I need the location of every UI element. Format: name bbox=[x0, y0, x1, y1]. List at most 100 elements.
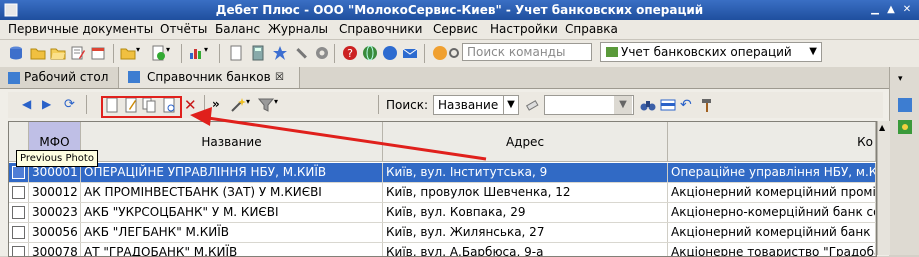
maximize-icon[interactable]: ▲ bbox=[884, 3, 898, 17]
row-checkbox[interactable] bbox=[12, 206, 25, 219]
window-title-bar: Дебет Плюс - ООО "МолокоСервис-Киев" - У… bbox=[0, 0, 919, 20]
row-check-cell bbox=[9, 183, 29, 202]
settings-gear-icon[interactable] bbox=[314, 45, 330, 61]
menu-directories[interactable]: Справочники bbox=[339, 20, 422, 39]
refresh-icon[interactable]: ⟳ bbox=[64, 97, 80, 113]
operation-selector-icon bbox=[605, 45, 619, 62]
right-side-panel: ▾ bbox=[889, 67, 919, 255]
question-icon[interactable]: ? bbox=[342, 45, 358, 61]
cell-full-name: Акціонерний комерційний банк "Л bbox=[668, 223, 876, 242]
calculator-icon[interactable] bbox=[250, 45, 266, 61]
chevron-down-icon[interactable]: ▾ bbox=[204, 45, 220, 61]
toolbar-separator bbox=[424, 44, 425, 63]
folder-arrow-icon[interactable] bbox=[120, 45, 136, 61]
row-checkbox[interactable] bbox=[12, 246, 25, 256]
row-checkbox[interactable] bbox=[12, 226, 25, 239]
arrow-left-icon[interactable]: ◀ bbox=[22, 97, 38, 113]
toolbar-separator bbox=[86, 95, 87, 114]
cell-mfo: 300023 bbox=[29, 203, 81, 222]
menu-primary-documents[interactable]: Первичные документы bbox=[8, 20, 153, 39]
table-row[interactable]: 300023 АКБ "УКРСОЦБАНК" У М. КИЄВІ Київ,… bbox=[9, 203, 876, 223]
chevron-down-icon[interactable]: ▾ bbox=[898, 74, 903, 84]
hammer-icon[interactable] bbox=[700, 97, 716, 113]
cell-address: Київ, вул. Жилянська, 27 bbox=[383, 223, 668, 242]
filter-icon[interactable] bbox=[257, 97, 275, 113]
close-tab-icon[interactable]: ☒ bbox=[275, 67, 284, 88]
add-document-icon[interactable] bbox=[150, 45, 166, 61]
cell-name: АК ПРОМІНВЕСТБАНК (ЗАТ) У М.КИЄВІ bbox=[81, 183, 383, 202]
close-icon[interactable]: ✕ bbox=[900, 3, 914, 17]
table-row[interactable]: 300056 АКБ "ЛЕГБАНК" М.КИЇВ Київ, вул. Ж… bbox=[9, 223, 876, 243]
folder-icon[interactable] bbox=[30, 45, 46, 61]
tab-bank-directory[interactable]: Справочник банков bbox=[147, 67, 271, 88]
chevron-down-icon[interactable]: ▾ bbox=[166, 45, 182, 61]
menu-settings[interactable]: Настройки bbox=[490, 20, 558, 39]
toolbar-separator bbox=[204, 95, 205, 114]
table-row[interactable]: 300012 АК ПРОМІНВЕСТБАНК (ЗАТ) У М.КИЄВІ… bbox=[9, 183, 876, 203]
menu-bar: Первичные документы Отчёты Баланс Журнал… bbox=[0, 20, 919, 40]
menu-balance[interactable]: Баланс bbox=[215, 20, 260, 39]
mail-icon[interactable] bbox=[402, 45, 418, 61]
tab-bank-directory-container[interactable]: Справочник банков ☒ bbox=[118, 67, 300, 88]
table-row[interactable]: 300001 ОПЕРАЦІЙНЕ УПРАВЛІННЯ НБУ, М.КИЇВ… bbox=[9, 163, 876, 183]
column-header-name[interactable]: Название bbox=[81, 122, 383, 162]
banks-table: МФО Название Адрес Ко 300001 ОПЕРАЦІЙНЕ … bbox=[8, 121, 877, 257]
star-icon[interactable] bbox=[272, 45, 288, 61]
tooltip: Previous Photo bbox=[16, 150, 98, 167]
cell-full-name: Акціонерний комерційний промі bbox=[668, 183, 876, 202]
menu-journals[interactable]: Журналы bbox=[268, 20, 328, 39]
more-button[interactable]: » bbox=[212, 97, 228, 113]
row-check-cell bbox=[9, 203, 29, 222]
operation-selector-value: Учет банковских операций bbox=[621, 45, 792, 59]
row-checkbox[interactable] bbox=[12, 166, 25, 179]
cell-mfo: 300056 bbox=[29, 223, 81, 242]
window-title: Дебет Плюс - ООО "МолокоСервис-Киев" - У… bbox=[215, 3, 704, 17]
cell-full-name: Акціонерно-комерційний банк со bbox=[668, 203, 876, 222]
menu-service[interactable]: Сервис bbox=[433, 20, 478, 39]
globe-icon[interactable] bbox=[362, 45, 378, 61]
columns-icon[interactable] bbox=[660, 97, 676, 113]
cell-address: Київ, вул. Ковпака, 29 bbox=[383, 203, 668, 222]
calendar-icon[interactable] bbox=[90, 45, 106, 61]
cell-full-name: Операційне управління НБУ, м.Київ bbox=[668, 163, 876, 182]
menu-reports[interactable]: Отчёты bbox=[160, 20, 207, 39]
open-folder-icon[interactable] bbox=[50, 45, 66, 61]
binoculars-icon[interactable] bbox=[640, 97, 656, 113]
search-dropdown-chevron-icon[interactable]: ▼ bbox=[614, 96, 632, 114]
scroll-up-icon[interactable]: ▲ bbox=[879, 123, 885, 132]
undo-icon[interactable]: ↶ bbox=[680, 97, 696, 113]
arrow-right-icon[interactable]: ▶ bbox=[42, 97, 58, 113]
panel-icon[interactable] bbox=[897, 97, 913, 116]
operation-selector[interactable]: Учет банковских операций ▼ bbox=[600, 42, 822, 62]
database-icon[interactable] bbox=[8, 45, 24, 61]
search-field-select[interactable]: Название ▼ bbox=[433, 95, 519, 115]
tab-bar: Рабочий стол Справочник банков ☒ bbox=[0, 67, 889, 88]
info-icon[interactable] bbox=[432, 45, 448, 61]
minimize-icon[interactable]: ▁ bbox=[868, 3, 882, 17]
menu-help[interactable]: Справка bbox=[565, 20, 618, 39]
bar-chart-icon[interactable] bbox=[188, 45, 204, 61]
eraser-icon[interactable] bbox=[524, 97, 540, 113]
tab-desktop[interactable]: Рабочий стол bbox=[24, 67, 108, 88]
tools-icon[interactable] bbox=[294, 45, 310, 61]
cell-name: АКБ "УКРСОЦБАНК" У М. КИЄВІ bbox=[81, 203, 383, 222]
search-label: Поиск: bbox=[386, 98, 429, 112]
command-search-input[interactable] bbox=[462, 43, 592, 61]
toolbar-separator bbox=[378, 95, 379, 114]
panel-badge-icon[interactable] bbox=[897, 119, 913, 138]
magic-wand-icon[interactable] bbox=[230, 97, 246, 113]
web-icon[interactable] bbox=[382, 45, 398, 61]
row-checkbox[interactable] bbox=[12, 186, 25, 199]
chevron-down-icon[interactable]: ▾ bbox=[274, 97, 290, 113]
toolbar-separator bbox=[113, 44, 114, 63]
delete-icon[interactable]: ✕ bbox=[184, 97, 200, 113]
column-header-address[interactable]: Адрес bbox=[383, 122, 668, 162]
toolbar-separator bbox=[181, 44, 182, 63]
toolbar-separator bbox=[334, 44, 335, 63]
cell-mfo: 300012 bbox=[29, 183, 81, 202]
column-header-full-name[interactable]: Ко bbox=[668, 122, 876, 162]
document-icon[interactable] bbox=[228, 45, 244, 61]
row-check-cell bbox=[9, 223, 29, 242]
edit-list-icon[interactable] bbox=[70, 45, 86, 61]
vertical-scrollbar[interactable]: ▲ bbox=[877, 121, 890, 255]
